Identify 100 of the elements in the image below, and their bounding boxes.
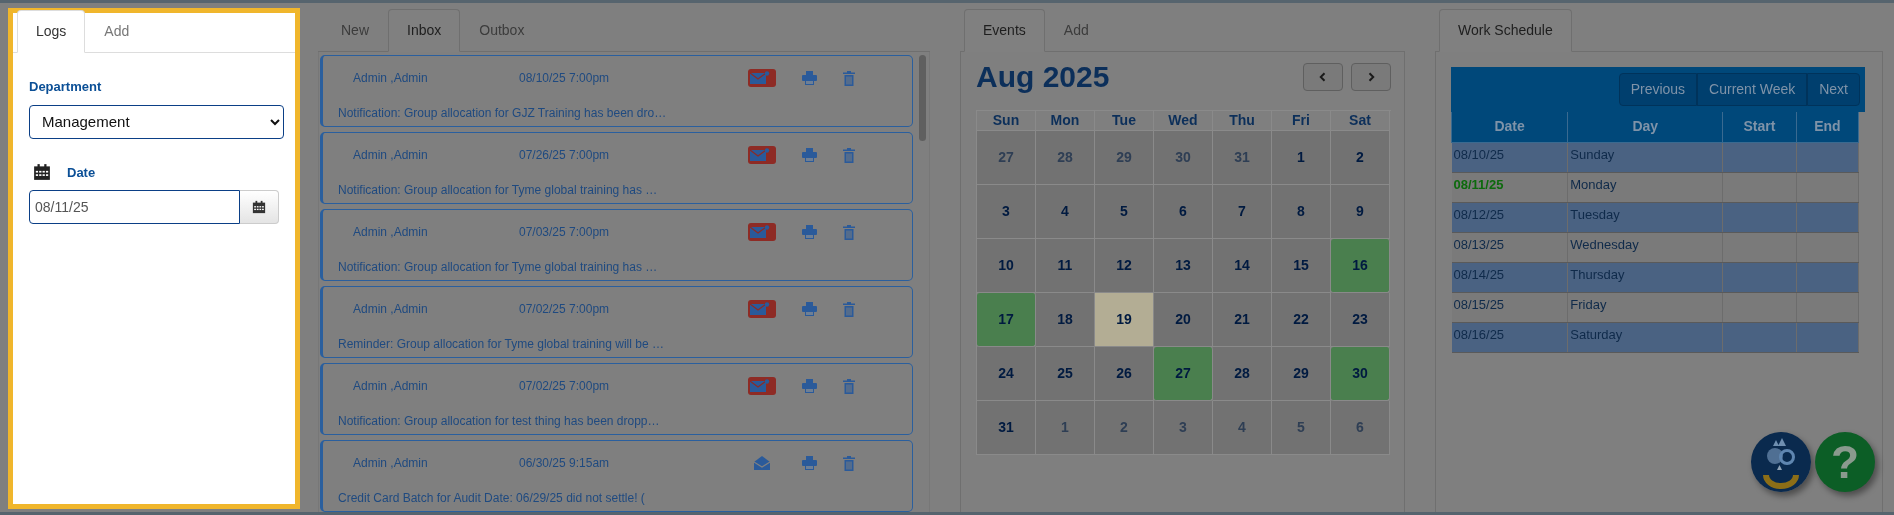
message-card[interactable]: Admin ,Admin 07/02/25 7:00pm Notification: Group allocation for test thing has been dropp…: [320, 363, 913, 435]
column-header: Start: [1722, 112, 1797, 142]
tab[interactable]: Inbox: [388, 9, 461, 52]
day-cell[interactable]: 17: [977, 293, 1036, 347]
day-cell[interactable]: 7: [1213, 185, 1272, 239]
table-cell: 08/13/25: [1451, 232, 1568, 262]
weekday-header: Tue: [1095, 111, 1154, 131]
day-cell[interactable]: 5: [1272, 401, 1331, 455]
day-cell[interactable]: 18: [1036, 293, 1095, 347]
unread-badge[interactable]: [748, 377, 776, 395]
day-cell[interactable]: 27: [977, 131, 1036, 185]
table-cell: 08/11/25: [1451, 172, 1568, 202]
unread-badge[interactable]: [748, 300, 776, 318]
table-cell: 08/16/25: [1451, 322, 1568, 352]
day-cell[interactable]: 14: [1213, 239, 1272, 293]
day-cell[interactable]: 4: [1213, 401, 1272, 455]
day-cell[interactable]: 29: [1272, 347, 1331, 401]
day-cell[interactable]: 6: [1331, 401, 1390, 455]
day-cell[interactable]: 21: [1213, 293, 1272, 347]
previous-month-button[interactable]: [1303, 63, 1343, 91]
trash-icon[interactable]: [843, 378, 855, 394]
week-nav-button[interactable]: Previous: [1618, 73, 1698, 106]
message-card[interactable]: Admin ,Admin 06/30/25 9:15am Credit Card Batch for Audit Date: 06/29/25 did not settle! (: [320, 440, 913, 512]
department-select[interactable]: Management: [29, 104, 284, 139]
day-cell[interactable]: 2: [1331, 131, 1390, 185]
print-icon[interactable]: [802, 379, 817, 393]
day-cell[interactable]: 27: [1154, 347, 1213, 401]
day-cell[interactable]: 1: [1272, 131, 1331, 185]
table-cell: [1796, 202, 1859, 232]
calendar-button[interactable]: [239, 190, 279, 224]
print-icon[interactable]: [802, 225, 817, 239]
tab[interactable]: Work Schedule: [1439, 9, 1572, 52]
day-cell[interactable]: 1: [1036, 401, 1095, 455]
day-cell[interactable]: 24: [977, 347, 1036, 401]
message-card[interactable]: Admin ,Admin 08/10/25 7:00pm Notification: Group allocation for GJZ Training has been dro…: [320, 55, 913, 127]
day-cell[interactable]: 9: [1331, 185, 1390, 239]
day-cell[interactable]: 30: [1154, 131, 1213, 185]
message-time: 06/30/25 9:15am: [519, 455, 611, 472]
trash-icon[interactable]: [843, 147, 855, 163]
print-icon[interactable]: [802, 71, 817, 85]
day-cell[interactable]: 13: [1154, 239, 1213, 293]
envelope-icon: [750, 379, 770, 393]
tab[interactable]: Add: [1044, 9, 1108, 52]
day-cell[interactable]: 30: [1331, 347, 1390, 401]
day-cell[interactable]: 8: [1272, 185, 1331, 239]
message-card[interactable]: Admin ,Admin 07/26/25 7:00pm Notification: Group allocation for Tyme global training has …: [320, 132, 913, 204]
day-cell[interactable]: 2: [1095, 401, 1154, 455]
day-cell[interactable]: 3: [1154, 401, 1213, 455]
day-cell[interactable]: 4: [1036, 185, 1095, 239]
table-cell: [1796, 172, 1859, 202]
trash-icon[interactable]: [843, 301, 855, 317]
message-preview: Notification: Group allocation for GJZ Training has been dro…: [338, 105, 667, 122]
tab[interactable]: Logs: [17, 10, 86, 53]
message-sender: Admin ,Admin: [352, 378, 429, 395]
next-month-button[interactable]: [1351, 63, 1391, 91]
day-cell[interactable]: 28: [1036, 131, 1095, 185]
logo-icon[interactable]: [1751, 432, 1811, 492]
day-cell[interactable]: 29: [1095, 131, 1154, 185]
week-nav-button[interactable]: Next: [1807, 73, 1860, 106]
message-time: 07/02/25 7:00pm: [519, 301, 611, 318]
day-cell[interactable]: 15: [1272, 239, 1331, 293]
unread-badge[interactable]: [748, 146, 776, 164]
tab[interactable]: Outbox: [460, 9, 544, 52]
trash-icon[interactable]: [843, 70, 855, 86]
help-button[interactable]: ?: [1815, 432, 1875, 492]
calendar-icon: [33, 163, 51, 182]
weekday-header: Mon: [1036, 111, 1095, 131]
trash-icon[interactable]: [843, 224, 855, 240]
day-cell[interactable]: 26: [1095, 347, 1154, 401]
day-cell[interactable]: 25: [1036, 347, 1095, 401]
print-icon[interactable]: [802, 302, 817, 316]
weekday-header: Thu: [1213, 111, 1272, 131]
day-cell[interactable]: 11: [1036, 239, 1095, 293]
trash-icon[interactable]: [843, 455, 855, 471]
day-cell[interactable]: 5: [1095, 185, 1154, 239]
day-cell[interactable]: 28: [1213, 347, 1272, 401]
message-card[interactable]: Admin ,Admin 07/02/25 7:00pm Reminder: Group allocation for Tyme global training will be …: [320, 286, 913, 358]
day-cell[interactable]: 10: [977, 239, 1036, 293]
day-cell[interactable]: 12: [1095, 239, 1154, 293]
day-cell[interactable]: 31: [977, 401, 1036, 455]
day-cell[interactable]: 16: [1331, 239, 1390, 293]
tab[interactable]: New: [322, 9, 388, 52]
tab[interactable]: Events: [964, 9, 1045, 52]
day-cell[interactable]: 23: [1331, 293, 1390, 347]
date-input[interactable]: 08/11/25: [29, 190, 240, 224]
day-cell[interactable]: 20: [1154, 293, 1213, 347]
day-cell[interactable]: 6: [1154, 185, 1213, 239]
message-preview: Notification: Group allocation for test thing has been dropp…: [338, 413, 660, 430]
day-cell[interactable]: 22: [1272, 293, 1331, 347]
message-card[interactable]: Admin ,Admin 07/03/25 7:00pm Notification: Group allocation for Tyme global training has …: [320, 209, 913, 281]
unread-badge[interactable]: [748, 223, 776, 241]
print-icon[interactable]: [802, 456, 817, 470]
unread-badge[interactable]: [748, 69, 776, 87]
day-cell[interactable]: 19: [1095, 293, 1154, 347]
day-cell[interactable]: 3: [977, 185, 1036, 239]
print-icon[interactable]: [802, 148, 817, 162]
day-cell[interactable]: 31: [1213, 131, 1272, 185]
week-nav-button[interactable]: Current Week: [1697, 73, 1808, 106]
tab[interactable]: Add: [85, 10, 149, 53]
scrollbar[interactable]: [919, 55, 926, 141]
